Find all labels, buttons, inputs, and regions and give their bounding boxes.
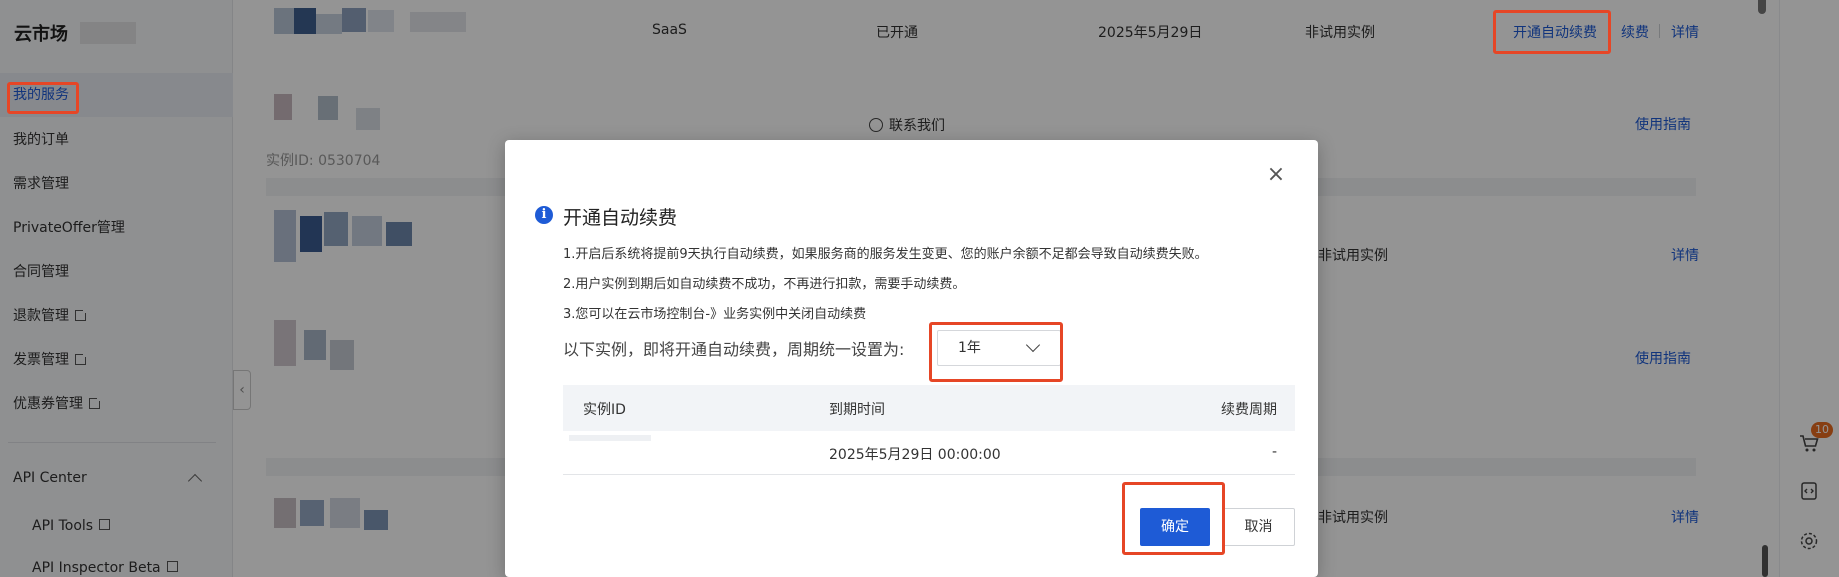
- dialog-title: 开通自动续费: [563, 207, 678, 229]
- renew-period-value: 1年: [958, 340, 981, 356]
- confirm-button[interactable]: 确定: [1140, 508, 1210, 546]
- instance-table-header: 实例ID 到期时间 续费周期: [563, 385, 1295, 431]
- col-instance-id: 实例ID: [583, 402, 626, 418]
- auto-renew-dialog: × i 开通自动续费 1.开启后系统将提前9天执行自动续费，如果服务商的服务发生…: [505, 140, 1318, 577]
- cell-expiry: 2025年5月29日 00:00:00: [829, 447, 1001, 463]
- cancel-button[interactable]: 取消: [1222, 508, 1295, 546]
- renew-period-select[interactable]: 1年: [937, 330, 1061, 366]
- notice-line-2: 2.用户实例到期后如自动续费不成功，不再进行扣款，需要手动续费。: [563, 277, 966, 292]
- chevron-down-icon: [1025, 337, 1041, 353]
- renew-period-label: 以下实例，即将开通自动续费，周期统一设置为:: [563, 340, 905, 359]
- notice-line-3: 3.您可以在云市场控制台-》业务实例中关闭自动续费: [563, 307, 867, 322]
- info-icon: i: [535, 206, 553, 224]
- col-renew-cycle: 续费周期: [1221, 402, 1277, 418]
- cell-renew-cycle: -: [1271, 444, 1277, 460]
- notice-line-1: 1.开启后系统将提前9天执行自动续费，如果服务商的服务发生变更、您的账户余额不足…: [563, 247, 1208, 262]
- table-row: 2025年5月29日 00:00:00 -: [563, 431, 1295, 475]
- col-expiry: 到期时间: [829, 402, 885, 418]
- close-icon[interactable]: ×: [1266, 164, 1286, 186]
- blurred-instance-id: [569, 435, 651, 441]
